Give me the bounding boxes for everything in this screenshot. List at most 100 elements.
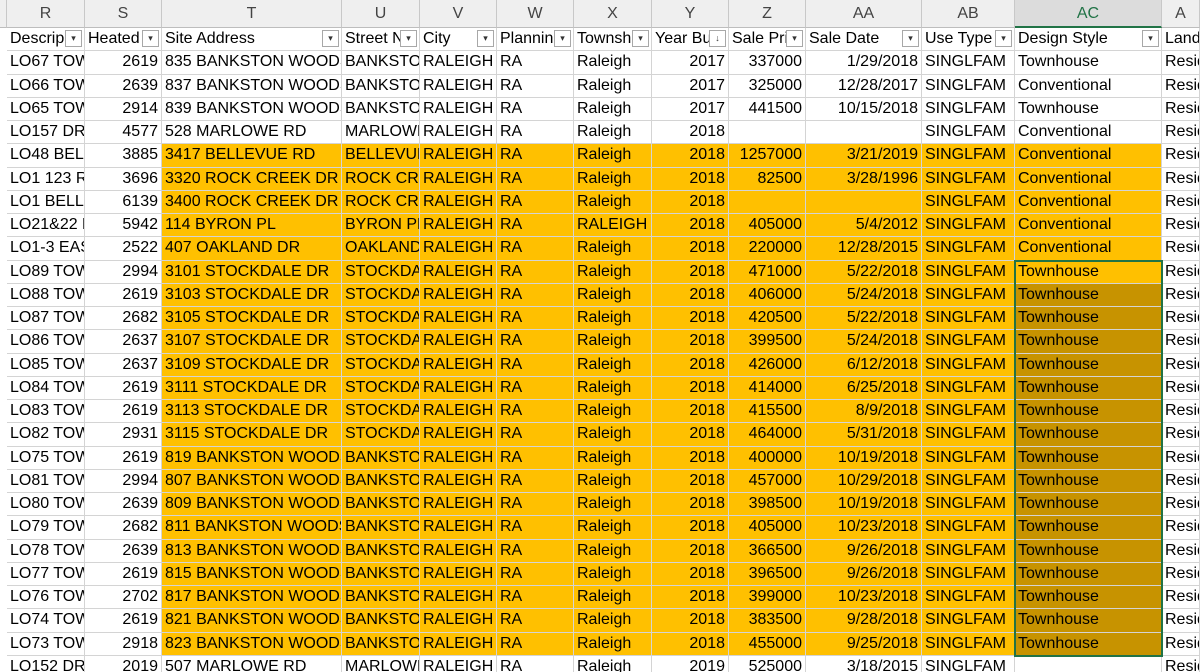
cell-z[interactable]: 426000 bbox=[729, 353, 806, 377]
cell-y[interactable]: 2018 bbox=[652, 516, 729, 540]
filter-dropdown-icon[interactable]: ▾ bbox=[322, 30, 339, 47]
cell-w[interactable]: RA bbox=[497, 307, 574, 331]
cell-x[interactable]: Raleigh bbox=[574, 469, 652, 493]
cell-t[interactable]: 3113 STOCKDALE DR bbox=[162, 400, 342, 424]
cell-aa[interactable]: 3/21/2019 bbox=[806, 144, 922, 168]
cell-t[interactable]: 407 OAKLAND DR bbox=[162, 237, 342, 261]
column-header-z[interactable]: Z bbox=[729, 0, 806, 28]
cell-ad[interactable]: Resid bbox=[1162, 423, 1200, 447]
cell-aa[interactable] bbox=[806, 121, 922, 145]
cell-w[interactable]: RA bbox=[497, 539, 574, 563]
cell-ac[interactable]: Townhouse bbox=[1015, 539, 1162, 563]
cell-ab[interactable]: SINGLFAM bbox=[922, 423, 1015, 447]
cell-z[interactable]: 398500 bbox=[729, 493, 806, 517]
cell-z[interactable]: 406000 bbox=[729, 283, 806, 307]
cell-t[interactable]: 3107 STOCKDALE DR bbox=[162, 330, 342, 354]
cell-t[interactable]: 839 BANKSTON WOODS WAY bbox=[162, 97, 342, 121]
cell-ac[interactable]: Townhouse bbox=[1015, 423, 1162, 447]
cell-t[interactable]: 809 BANKSTON WOODS WAY bbox=[162, 493, 342, 517]
cell-u[interactable]: STOCKDALE bbox=[342, 353, 420, 377]
cell-x[interactable]: Raleigh bbox=[574, 516, 652, 540]
cell-ac[interactable]: Townhouse bbox=[1015, 376, 1162, 400]
cell-ab[interactable]: SINGLFAM bbox=[922, 469, 1015, 493]
cell-ac[interactable]: Conventional bbox=[1015, 214, 1162, 238]
cell-aa[interactable]: 3/18/2015 bbox=[806, 655, 922, 672]
cell-v[interactable]: RALEIGH bbox=[420, 609, 497, 633]
cell-v[interactable]: RALEIGH bbox=[420, 446, 497, 470]
cell-t[interactable]: 821 BANKSTON WOODS WAY bbox=[162, 609, 342, 633]
cell-ab[interactable]: SINGLFAM bbox=[922, 330, 1015, 354]
cell-u[interactable]: BANKSTON bbox=[342, 51, 420, 75]
cell-y[interactable]: 2017 bbox=[652, 97, 729, 121]
cell-z[interactable]: 396500 bbox=[729, 562, 806, 586]
cell-ad[interactable]: Resid bbox=[1162, 51, 1200, 75]
cell-v[interactable]: RALEIGH bbox=[420, 214, 497, 238]
cell-r[interactable]: LO85 TOW bbox=[7, 353, 85, 377]
column-header-y[interactable]: Y bbox=[652, 0, 729, 28]
cell-y[interactable]: 2018 bbox=[652, 190, 729, 214]
cell-ad[interactable]: Resid bbox=[1162, 609, 1200, 633]
cell-ab[interactable]: SINGLFAM bbox=[922, 51, 1015, 75]
cell-ab[interactable]: SINGLFAM bbox=[922, 237, 1015, 261]
cell-aa[interactable]: 10/23/2018 bbox=[806, 516, 922, 540]
cell-u[interactable]: BANKSTON bbox=[342, 632, 420, 656]
cell-w[interactable]: RA bbox=[497, 516, 574, 540]
cell-ac[interactable]: Townhouse bbox=[1015, 493, 1162, 517]
cell-r[interactable]: LO21&22 F bbox=[7, 214, 85, 238]
cell-r[interactable]: LO1 123 R bbox=[7, 167, 85, 191]
cell-v[interactable]: RALEIGH bbox=[420, 586, 497, 610]
cell-ad[interactable]: Resid bbox=[1162, 376, 1200, 400]
cell-u[interactable]: STOCKDALE bbox=[342, 330, 420, 354]
cell-s[interactable]: 2682 bbox=[85, 307, 162, 331]
cell-aa[interactable]: 9/25/2018 bbox=[806, 632, 922, 656]
column-header-ac[interactable]: AC bbox=[1015, 0, 1162, 28]
cell-r[interactable]: LO73 TOW bbox=[7, 632, 85, 656]
cell-s[interactable]: 2619 bbox=[85, 400, 162, 424]
cell-t[interactable]: 3320 ROCK CREEK DR bbox=[162, 167, 342, 191]
cell-x[interactable]: Raleigh bbox=[574, 609, 652, 633]
cell-r[interactable]: LO67 TOW bbox=[7, 51, 85, 75]
cell-v[interactable]: RALEIGH bbox=[420, 121, 497, 145]
cell-s[interactable]: 2522 bbox=[85, 237, 162, 261]
cell-aa[interactable]: 5/24/2018 bbox=[806, 283, 922, 307]
cell-r[interactable]: LO48 BELL bbox=[7, 144, 85, 168]
cell-ad[interactable]: Resid bbox=[1162, 260, 1200, 284]
cell-z[interactable]: 464000 bbox=[729, 423, 806, 447]
cell-u[interactable]: BANKSTON bbox=[342, 609, 420, 633]
cell-w[interactable]: RA bbox=[497, 632, 574, 656]
cell-aa[interactable]: 5/22/2018 bbox=[806, 307, 922, 331]
cell-ab[interactable]: SINGLFAM bbox=[922, 74, 1015, 98]
cell-x[interactable]: Raleigh bbox=[574, 586, 652, 610]
cell-y[interactable]: 2018 bbox=[652, 260, 729, 284]
cell-aa[interactable]: 9/28/2018 bbox=[806, 609, 922, 633]
cell-z[interactable]: 366500 bbox=[729, 539, 806, 563]
cell-z[interactable] bbox=[729, 121, 806, 145]
cell-u[interactable]: STOCKDALE bbox=[342, 283, 420, 307]
cell-ac[interactable]: Townhouse bbox=[1015, 632, 1162, 656]
cell-v[interactable]: RALEIGH bbox=[420, 353, 497, 377]
cell-ad[interactable]: Resid bbox=[1162, 446, 1200, 470]
cell-t[interactable]: 837 BANKSTON WOODS WAY bbox=[162, 74, 342, 98]
cell-ac[interactable]: Conventional bbox=[1015, 237, 1162, 261]
cell-y[interactable]: 2018 bbox=[652, 609, 729, 633]
cell-t[interactable]: 815 BANKSTON WOODS WAY bbox=[162, 562, 342, 586]
cell-w[interactable]: RA bbox=[497, 260, 574, 284]
header-cell-t[interactable]: Site Address ▾ bbox=[162, 28, 342, 52]
filter-dropdown-icon[interactable]: ▾ bbox=[786, 30, 803, 47]
cell-z[interactable]: 405000 bbox=[729, 516, 806, 540]
cell-ab[interactable]: SINGLFAM bbox=[922, 97, 1015, 121]
cell-aa[interactable]: 10/19/2018 bbox=[806, 493, 922, 517]
spreadsheet-grid[interactable]: R S T U V W X Y Z AA AB AC A Descrip ▾ Heated ▾ Site Addr… bbox=[0, 0, 1200, 672]
cell-ab[interactable]: SINGLFAM bbox=[922, 516, 1015, 540]
cell-ac[interactable]: Townhouse bbox=[1015, 353, 1162, 377]
cell-s[interactable]: 2914 bbox=[85, 97, 162, 121]
cell-x[interactable]: Raleigh bbox=[574, 446, 652, 470]
column-header-w[interactable]: W bbox=[497, 0, 574, 28]
cell-ad[interactable]: Resid bbox=[1162, 516, 1200, 540]
cell-w[interactable]: RA bbox=[497, 493, 574, 517]
cell-x[interactable]: Raleigh bbox=[574, 539, 652, 563]
cell-aa[interactable]: 10/23/2018 bbox=[806, 586, 922, 610]
cell-v[interactable]: RALEIGH bbox=[420, 562, 497, 586]
header-cell-y[interactable]: Year Bu ↓ bbox=[652, 28, 729, 52]
cell-r[interactable]: LO89 TOW bbox=[7, 260, 85, 284]
